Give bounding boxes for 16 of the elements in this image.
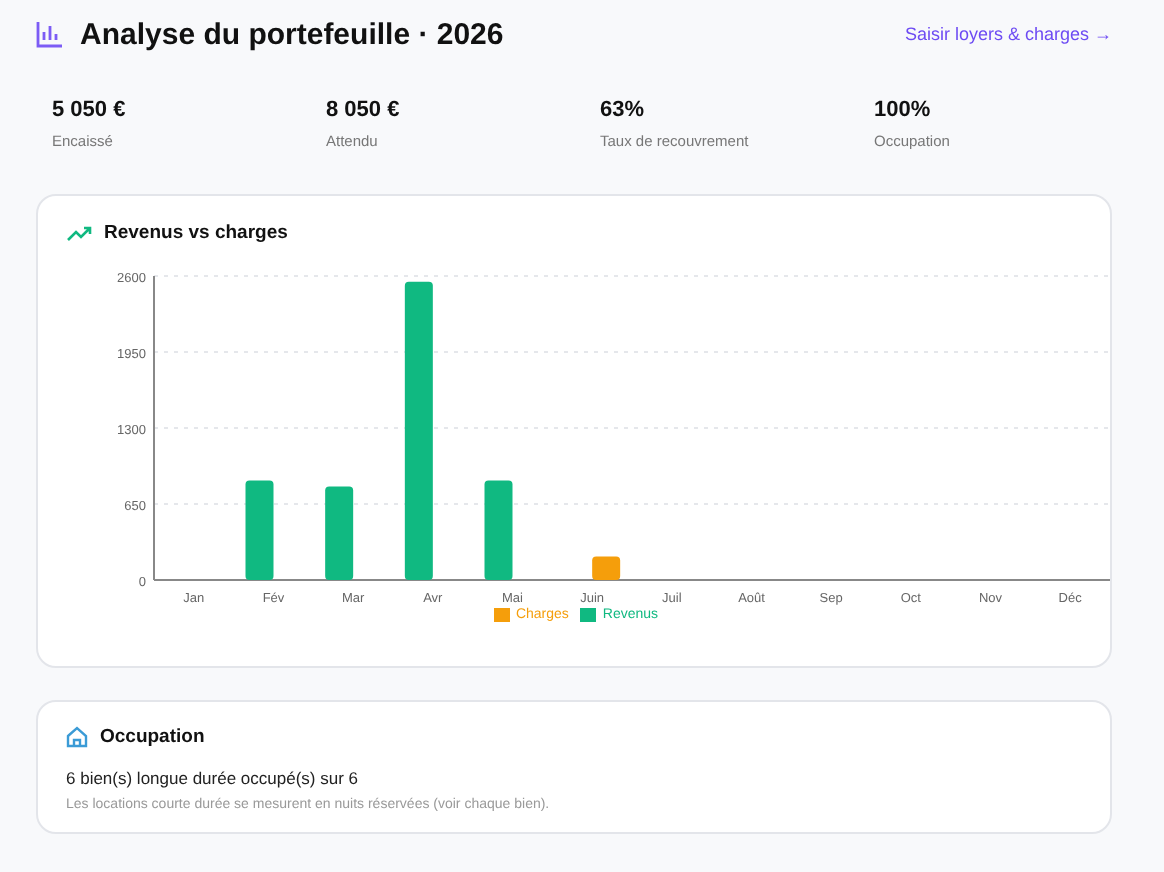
bar bbox=[484, 480, 513, 580]
bar bbox=[325, 486, 354, 580]
bar-chart-icon bbox=[36, 20, 64, 48]
card-title: Occupation bbox=[100, 726, 205, 748]
entry-link[interactable]: Saisir loyers & charges → bbox=[904, 24, 1112, 44]
bar bbox=[592, 556, 621, 580]
stat-value: 8 050 € bbox=[326, 98, 402, 122]
trend-icon bbox=[66, 224, 92, 242]
stat-value: 5 050 € bbox=[52, 98, 128, 122]
house-icon bbox=[66, 726, 88, 748]
stat-value: 63% bbox=[600, 98, 647, 122]
stat-value: 100% bbox=[874, 98, 933, 122]
page-title: Analyse du portefeuille · 2026 bbox=[80, 17, 504, 51]
occupancy-summary: 6 bien(s) longue durée occupé(s) sur 6 bbox=[66, 768, 360, 788]
bar bbox=[245, 480, 274, 580]
card-title: Revenus vs charges bbox=[104, 222, 288, 244]
